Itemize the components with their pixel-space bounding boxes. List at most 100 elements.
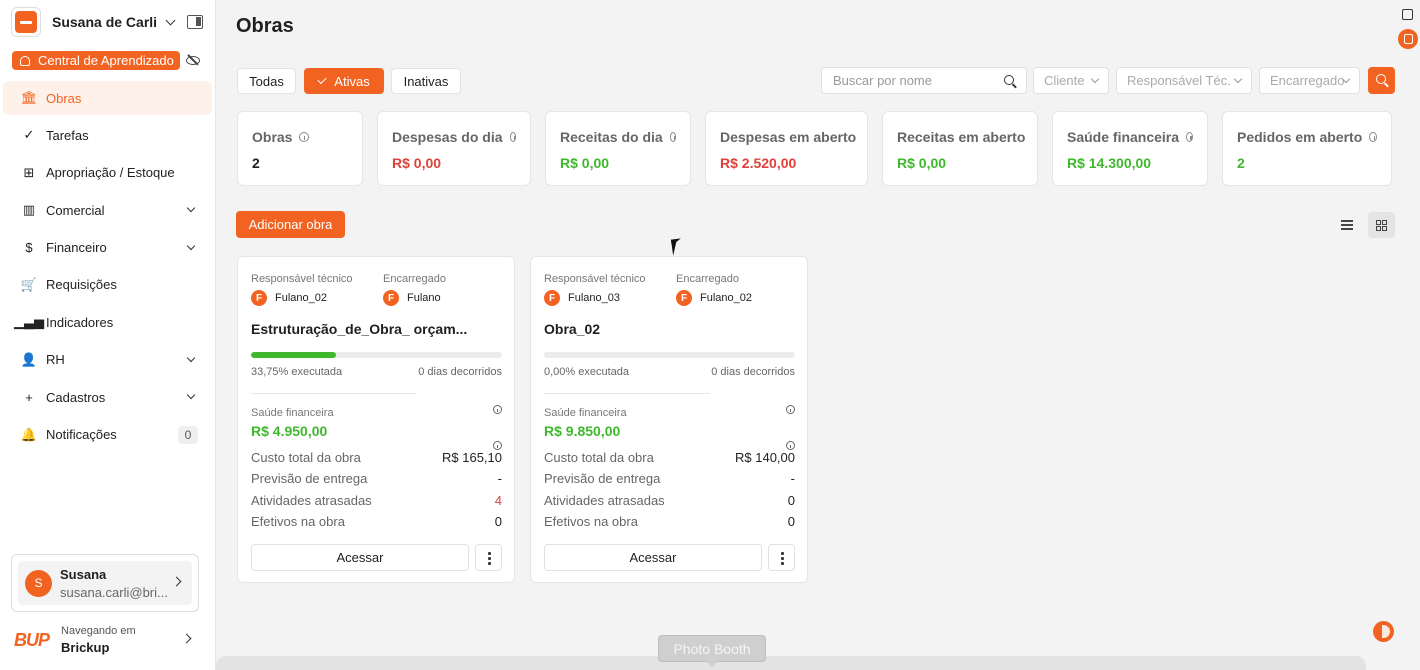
nav-item-cadastros[interactable]: + Cadastros (3, 380, 212, 414)
more-options-icon[interactable] (768, 544, 795, 571)
learning-center-button[interactable]: Central de Aprendizado (12, 51, 180, 70)
stat-card-obras: Obras 2 (237, 111, 363, 186)
obra-title: Estruturação_de_Obra_ orçam... (251, 321, 468, 337)
stat-value: R$ 0,00 (897, 155, 947, 171)
client-select[interactable]: Cliente (1033, 67, 1109, 94)
chat-icon[interactable] (1373, 621, 1394, 642)
late-label: Atividades atrasadas (251, 493, 372, 508)
eye-off-icon[interactable] (186, 54, 200, 65)
thumbs-up-icon[interactable] (1398, 29, 1418, 49)
info-icon[interactable] (493, 441, 502, 450)
sidebar-toggle-icon[interactable] (187, 15, 203, 29)
select-value: Cliente (1044, 73, 1085, 88)
delivery-value: - (790, 471, 795, 486)
list-view-toggle[interactable] (1334, 212, 1360, 238)
tab-ativas[interactable]: Ativas (304, 68, 384, 94)
dock-tooltip: Photo Booth (658, 635, 766, 667)
org-caption: Navegando em (61, 625, 136, 637)
user-email: susana.carli@bri... (60, 584, 168, 600)
info-icon[interactable] (509, 132, 516, 142)
tab-todas[interactable]: Todas (237, 68, 296, 94)
staff-value: 0 (494, 514, 502, 529)
tab-inativas[interactable]: Inativas (391, 68, 461, 94)
stat-value: 2 (252, 155, 260, 171)
search-icon[interactable] (1004, 75, 1014, 85)
nav-item-notificacoes[interactable]: 🔔 Notificações 0 (3, 418, 212, 452)
barcode-icon: ▥ (22, 202, 36, 218)
info-icon[interactable] (669, 132, 676, 142)
health-label: Saúde financeira (251, 407, 334, 419)
staff-value: 0 (787, 514, 795, 529)
info-icon[interactable] (786, 441, 795, 450)
total-cost-label: Custo total da obra (544, 450, 654, 465)
nav-label: Tarefas (46, 127, 89, 143)
user-card[interactable]: S Susana susana.carli@bri... (11, 554, 199, 612)
plus-icon: + (25, 389, 33, 405)
late-value: 0 (787, 493, 795, 508)
chevron-down-icon (165, 15, 176, 25)
stat-card-saude-financeira: Saúde financeira R$ 14.300,00 (1052, 111, 1208, 186)
executed-text: 0,00% executada (544, 366, 630, 378)
bar-chart-icon: ▁▃▅ (14, 314, 44, 330)
sidebar: Susana de Carli Central de Aprendizado 🏛… (0, 0, 216, 670)
search-input[interactable] (833, 73, 993, 88)
tab-label: Ativas (334, 73, 370, 89)
add-obra-button[interactable]: Adicionar obra (236, 211, 345, 238)
info-icon[interactable] (786, 405, 795, 414)
company-logo (11, 7, 41, 37)
chevron-down-icon (1233, 74, 1243, 84)
nav-item-comercial[interactable]: ▥ Comercial (3, 193, 212, 227)
brickup-logo: BUP (14, 629, 50, 650)
grid-view-toggle[interactable] (1368, 212, 1395, 238)
dock (216, 656, 1366, 670)
nav-item-obras[interactable]: 🏛 Obras (3, 81, 212, 115)
stat-card-receitas-aberto: Receitas em aberto R$ 0,00 (882, 111, 1038, 186)
nav-label: Obras (46, 90, 82, 106)
thumbs-down-icon[interactable] (1402, 9, 1413, 20)
nav-item-financeiro[interactable]: $ Financeiro (3, 231, 212, 265)
foreman-name: Fulano_02 (700, 292, 752, 304)
staff-label: Efetivos na obra (544, 514, 638, 529)
nav-item-requisicoes[interactable]: 🛒 Requisições (3, 268, 212, 302)
nav-item-rh[interactable]: 👤 RH (3, 343, 212, 377)
late-value: 4 (494, 493, 502, 508)
progress-fill (251, 352, 336, 358)
health-value: R$ 4.950,00 (251, 423, 328, 439)
delivery-value: - (497, 471, 502, 486)
info-icon[interactable] (299, 132, 310, 142)
foreman-label: Encarregado (676, 273, 739, 285)
info-icon[interactable] (1186, 132, 1193, 142)
foreman-select[interactable]: Encarregado (1259, 67, 1360, 94)
stat-card-receitas-dia: Receitas do dia R$ 0,00 (545, 111, 691, 186)
nav-item-apropriacao[interactable]: ⊞ Apropriação / Estoque (3, 156, 212, 190)
chevron-right-icon (171, 576, 182, 587)
access-button[interactable]: Acessar (251, 544, 469, 571)
total-cost-label: Custo total da obra (251, 450, 361, 465)
stat-value: R$ 0,00 (392, 155, 442, 171)
obra-card: Responsável técnico F Fulano_03 Encarrega… (530, 256, 808, 583)
user-icon: 👤 (20, 351, 38, 367)
stat-value: 2 (1237, 155, 1245, 171)
info-icon[interactable] (1369, 132, 1377, 142)
technical-responsible-select[interactable]: Responsável Téc. (1116, 67, 1252, 94)
user-menu[interactable]: S Susana susana.carli@bri... (18, 561, 192, 605)
more-options-icon[interactable] (475, 544, 502, 571)
tab-label: Inativas (403, 73, 449, 89)
search-button[interactable] (1368, 67, 1395, 94)
foreman-label: Encarregado (383, 273, 446, 285)
elapsed-text: 0 dias decorridos (418, 366, 502, 378)
access-button[interactable]: Acessar (544, 544, 762, 571)
divider (544, 393, 710, 394)
nav-item-tarefas[interactable]: ✓ Tarefas (3, 118, 212, 152)
stat-value: R$ 0,00 (560, 155, 610, 171)
dollar-icon: $ (25, 240, 33, 256)
nav-label: RH (46, 352, 65, 368)
stat-label: Obras (252, 129, 293, 145)
staff-label: Efetivos na obra (251, 514, 345, 529)
health-value: R$ 9.850,00 (544, 423, 621, 439)
info-icon[interactable] (493, 405, 502, 414)
tech-name: Fulano_02 (275, 292, 327, 304)
nav-item-indicadores[interactable]: ▁▃▅ Indicadores (3, 305, 212, 339)
company-switcher[interactable]: Susana de Carli (11, 7, 211, 37)
org-switcher[interactable]: BUP Navegando em Brickup (14, 622, 204, 658)
